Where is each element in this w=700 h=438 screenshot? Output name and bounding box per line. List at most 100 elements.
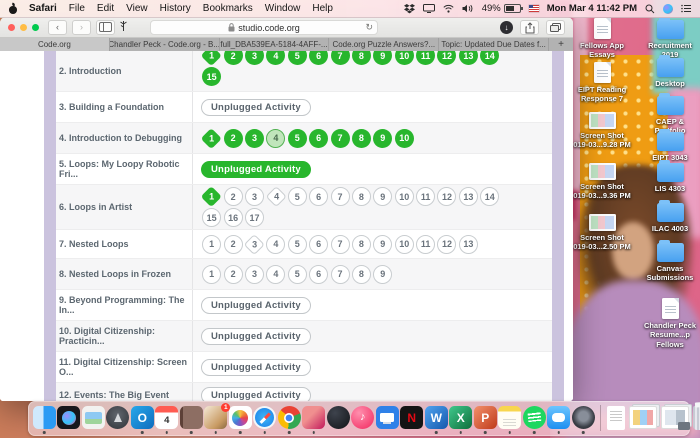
browser-tab[interactable]: Code.org Puzzle Answers?... bbox=[329, 38, 439, 51]
browser-tab[interactable]: Topic: Updated Due Dates f... bbox=[439, 38, 549, 51]
level-bubble-8[interactable]: 8 bbox=[352, 235, 371, 254]
level-bubble-16[interactable]: 16 bbox=[224, 208, 243, 227]
unplugged-activity-pill[interactable]: Unplugged Activity bbox=[201, 359, 311, 376]
level-bubble-4[interactable]: 4 bbox=[266, 235, 285, 254]
siri-icon[interactable] bbox=[663, 4, 673, 14]
level-bubble-5[interactable]: 5 bbox=[288, 129, 307, 148]
lesson-title[interactable]: 3. Building a Foundation bbox=[56, 92, 192, 122]
desktop-item[interactable]: CAEP & Portfolio bbox=[640, 96, 700, 136]
unplugged-activity-pill[interactable]: Unplugged Activity bbox=[201, 99, 311, 116]
forward-button[interactable] bbox=[72, 20, 91, 35]
level-bubble-11[interactable]: 11 bbox=[416, 187, 435, 206]
spotlight-search-icon[interactable] bbox=[645, 4, 655, 14]
volume-icon[interactable] bbox=[462, 4, 474, 13]
dock-finder-icon[interactable] bbox=[33, 406, 56, 429]
level-bubble-6[interactable]: 6 bbox=[309, 235, 328, 254]
level-bubble-3[interactable]: 3 bbox=[245, 51, 264, 65]
level-bubble-12[interactable]: 12 bbox=[437, 187, 456, 206]
unplugged-activity-pill[interactable]: Unplugged Activity bbox=[201, 297, 311, 314]
lesson-title[interactable]: 2. Introduction bbox=[56, 51, 192, 91]
desktop-item[interactable]: LIS 4303 bbox=[640, 163, 700, 193]
level-bubble-6[interactable]: 6 bbox=[309, 265, 328, 284]
menu-view[interactable]: View bbox=[126, 3, 148, 14]
desktop-item[interactable]: Fellows App Essays bbox=[572, 18, 632, 60]
input-language-flag-icon[interactable] bbox=[529, 5, 539, 12]
dock-calendar-icon[interactable]: 4 bbox=[155, 406, 178, 429]
dock-word-icon[interactable]: W bbox=[425, 406, 448, 429]
dock-messages-icon[interactable] bbox=[547, 406, 570, 429]
dock-chrome-icon[interactable] bbox=[278, 406, 301, 429]
level-bubble-11[interactable]: 11 bbox=[416, 235, 435, 254]
lesson-title[interactable]: 7. Nested Loops bbox=[56, 230, 192, 258]
level-bubble-7[interactable]: 7 bbox=[331, 187, 350, 206]
level-bubble-1[interactable]: 1 bbox=[201, 51, 222, 66]
level-bubble-9[interactable]: 9 bbox=[373, 265, 392, 284]
level-bubble-2[interactable]: 2 bbox=[224, 235, 243, 254]
level-bubble-11[interactable]: 11 bbox=[416, 51, 435, 65]
menu-edit[interactable]: Edit bbox=[97, 3, 114, 14]
level-bubble-2[interactable]: 2 bbox=[224, 187, 243, 206]
dock-preview-bird-icon[interactable]: 1 bbox=[204, 406, 227, 429]
dock-spotify-icon[interactable] bbox=[523, 406, 546, 429]
new-tab-button[interactable]: + bbox=[549, 38, 573, 51]
dock-stack-printer-icon[interactable] bbox=[661, 406, 689, 429]
sidebar-toggle-button[interactable] bbox=[96, 20, 115, 35]
level-bubble-2[interactable]: 2 bbox=[224, 51, 243, 65]
level-bubble-9[interactable]: 9 bbox=[373, 129, 392, 148]
level-bubble-8[interactable]: 8 bbox=[352, 129, 371, 148]
level-bubble-12[interactable]: 12 bbox=[437, 235, 456, 254]
level-bubble-9[interactable]: 9 bbox=[373, 51, 392, 65]
level-bubble-17[interactable]: 17 bbox=[245, 208, 264, 227]
desktop-item[interactable]: Screen Shot 019-03...9.36 PM bbox=[572, 163, 632, 201]
menu-file[interactable]: File bbox=[69, 3, 85, 14]
minimize-window-button[interactable] bbox=[20, 24, 27, 31]
level-bubble-7[interactable]: 7 bbox=[331, 235, 350, 254]
dock-netflix-icon[interactable]: N bbox=[400, 406, 423, 429]
lesson-title[interactable]: 10. Digital Citizenship: Practicin... bbox=[56, 321, 192, 351]
extension-icon[interactable] bbox=[120, 18, 127, 36]
address-bar[interactable]: studio.code.org bbox=[150, 20, 378, 35]
level-bubble-5[interactable]: 5 bbox=[288, 187, 307, 206]
level-bubble-3[interactable]: 3 bbox=[245, 129, 264, 148]
level-bubble-7[interactable]: 7 bbox=[331, 51, 350, 65]
display-mirroring-icon[interactable] bbox=[423, 4, 435, 13]
dock-photo-booth-icon[interactable] bbox=[302, 406, 325, 429]
dock-garageband-icon[interactable] bbox=[572, 406, 595, 429]
level-bubble-5[interactable]: 5 bbox=[288, 235, 307, 254]
lesson-title[interactable]: 6. Loops in Artist bbox=[56, 185, 192, 229]
level-bubble-6[interactable]: 6 bbox=[309, 187, 328, 206]
unplugged-activity-pill[interactable]: Unplugged Activity bbox=[201, 161, 311, 178]
lesson-title[interactable]: 8. Nested Loops in Frozen bbox=[56, 259, 192, 289]
level-bubble-7[interactable]: 7 bbox=[331, 265, 350, 284]
back-button[interactable] bbox=[48, 20, 67, 35]
download-manager-icon[interactable] bbox=[500, 21, 513, 34]
dock-contacts-icon[interactable] bbox=[180, 406, 203, 429]
dock-launchpad-icon[interactable] bbox=[106, 406, 129, 429]
menu-safari[interactable]: Safari bbox=[29, 3, 57, 14]
level-bubble-4[interactable]: 4 bbox=[266, 186, 287, 207]
dock-powerpoint-icon[interactable]: P bbox=[474, 406, 497, 429]
dock-steam-icon[interactable] bbox=[327, 406, 350, 429]
wifi-icon[interactable] bbox=[443, 4, 454, 13]
desktop-item[interactable]: Desktop bbox=[640, 58, 700, 88]
level-bubble-2[interactable]: 2 bbox=[224, 265, 243, 284]
dock-itunes-icon[interactable]: ♪ bbox=[351, 406, 374, 429]
level-bubble-8[interactable]: 8 bbox=[352, 265, 371, 284]
close-window-button[interactable] bbox=[8, 24, 15, 31]
menu-window[interactable]: Window bbox=[265, 3, 301, 14]
zoom-window-button[interactable] bbox=[32, 24, 39, 31]
level-bubble-3[interactable]: 3 bbox=[244, 234, 265, 255]
level-bubble-10[interactable]: 10 bbox=[395, 51, 414, 65]
menu-help[interactable]: Help bbox=[312, 3, 333, 14]
level-bubble-9[interactable]: 9 bbox=[373, 187, 392, 206]
lesson-title[interactable]: 11. Digital Citizenship: Screen O... bbox=[56, 352, 192, 382]
dock-photos-icon[interactable] bbox=[229, 406, 252, 429]
level-bubble-13[interactable]: 13 bbox=[459, 235, 478, 254]
level-bubble-5[interactable]: 5 bbox=[288, 51, 307, 65]
dock-document-icon[interactable] bbox=[607, 406, 625, 430]
desktop-item[interactable]: Canvas Submissions bbox=[640, 243, 700, 283]
dock-notes-icon[interactable] bbox=[498, 406, 521, 429]
level-bubble-12[interactable]: 12 bbox=[437, 51, 456, 65]
level-bubble-1[interactable]: 1 bbox=[202, 235, 221, 254]
share-button[interactable] bbox=[520, 20, 539, 35]
